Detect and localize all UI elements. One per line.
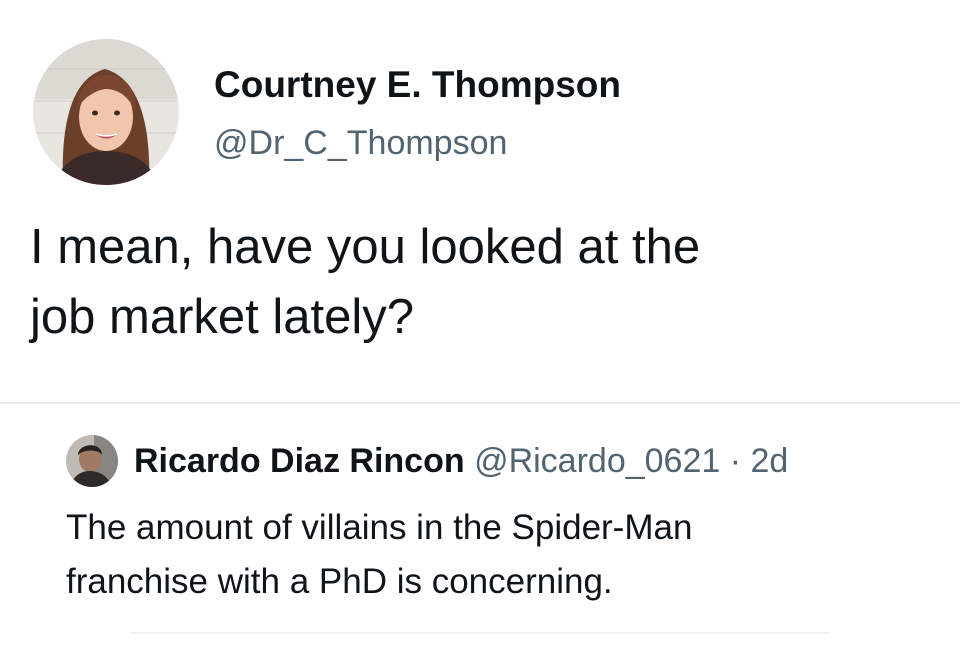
quoted-author-avatar[interactable] [66, 435, 118, 487]
quoted-author-handle[interactable]: @Ricardo_0621 [474, 442, 720, 480]
quoted-tweet-body: The amount of villains in the Spider-Man… [66, 501, 926, 609]
quoted-tweet-header: Ricardo Diaz Rincon @Ricardo_0621 · 2d [134, 439, 788, 483]
tweet-text-line: I mean, have you looked at the [30, 220, 701, 274]
man-portrait-icon [66, 435, 118, 487]
quoted-text-line: The amount of villains in the Spider-Man [66, 508, 693, 547]
quoted-tweet-timestamp[interactable]: 2d [751, 442, 789, 480]
tweet-card: Courtney E. Thompson @Dr_C_Thompson I me… [0, 0, 960, 650]
quoted-tweet[interactable]: Ricardo Diaz Rincon @Ricardo_0621 · 2d T… [0, 402, 960, 652]
quoted-author-display-name[interactable]: Ricardo Diaz Rincon [134, 442, 465, 480]
author-handle[interactable]: @Dr_C_Thompson [214, 122, 507, 164]
woman-portrait-icon [33, 39, 179, 185]
divider [130, 632, 830, 634]
author-avatar[interactable] [33, 39, 179, 185]
separator-dot: · [729, 442, 742, 480]
author-display-name[interactable]: Courtney E. Thompson [214, 64, 621, 106]
quoted-text-line: franchise with a PhD is concerning. [66, 562, 613, 601]
tweet-text-line: job market lately? [30, 290, 415, 344]
tweet-body: I mean, have you looked at the job marke… [30, 212, 930, 352]
